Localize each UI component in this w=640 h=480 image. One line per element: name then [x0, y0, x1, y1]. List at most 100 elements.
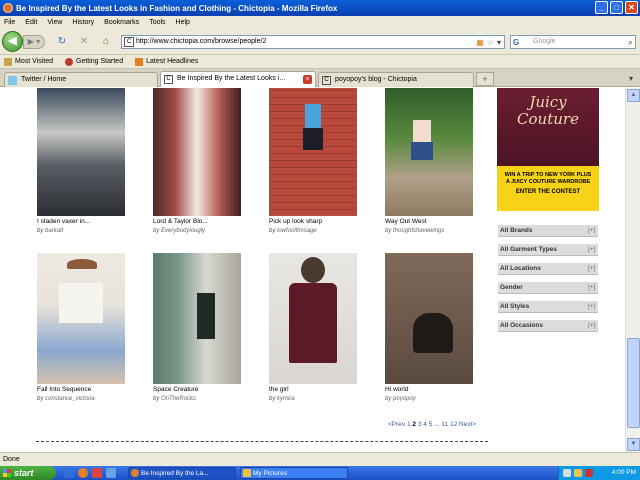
stop-icon[interactable]: ✕	[78, 36, 90, 48]
quicklaunch-media-icon[interactable]	[92, 468, 102, 478]
menu-bookmarks[interactable]: Bookmarks	[104, 19, 139, 26]
look-title[interactable]: Way Out West	[385, 218, 427, 225]
page-link-11[interactable]: 11	[441, 421, 448, 428]
window-title: Be Inspired By the Latest Looks in Fashi…	[16, 3, 338, 13]
rss-bookmark-icon	[135, 57, 144, 66]
author-link[interactable]: OnTheRocks	[161, 396, 196, 402]
dropdown-icon[interactable]: ▾	[497, 37, 501, 49]
filter-locations[interactable]: All Locations [+]	[498, 263, 598, 275]
filter-brands[interactable]: All Brands [+]	[498, 225, 598, 237]
tab-chictopia-browse[interactable]: C Be Inspired By the Latest Looks i... ×	[160, 71, 316, 87]
vertical-scrollbar[interactable]: ▲ ▼	[625, 88, 640, 452]
page-link-1[interactable]: 1	[407, 421, 411, 428]
forward-button[interactable]: ▶ ▾	[23, 35, 45, 49]
menu-edit[interactable]: Edit	[25, 19, 37, 26]
reload-icon[interactable]: ↻	[56, 36, 68, 48]
look-photo[interactable]	[153, 88, 241, 216]
tray-network-icon[interactable]	[563, 469, 571, 477]
close-tab-icon[interactable]: ×	[303, 75, 312, 84]
ad-line-1: WIN A TRIP TO NEW YORK PLUS	[504, 172, 592, 178]
bookmark-star-icon[interactable]: ☆	[487, 37, 494, 49]
quicklaunch-desktop-icon[interactable]	[106, 468, 116, 478]
bookmark-most-visited[interactable]: Most Visited	[4, 57, 53, 66]
look-title[interactable]: Fall Into Sequence	[37, 386, 91, 393]
navigation-toolbar: ◀ ▶ ▾ ↻ ✕ ⌂ C http://www.chictopia.com/b…	[0, 28, 640, 55]
look-author: by Everybodyiougly	[153, 228, 206, 234]
new-tab-button[interactable]: +	[476, 72, 494, 86]
menu-history[interactable]: History	[72, 19, 94, 26]
pagination-ellipsis: ...	[434, 421, 440, 428]
scroll-up-icon[interactable]: ▲	[627, 89, 640, 102]
tab-list-icon[interactable]: ▾	[624, 74, 638, 84]
url-text: http://www.chictopia.com/browse/people/2	[136, 38, 267, 45]
maximize-button[interactable]: □	[610, 1, 623, 14]
folder-icon	[4, 57, 12, 66]
page-link-4[interactable]: 4	[423, 421, 427, 428]
menu-file[interactable]: File	[4, 19, 15, 26]
look-title[interactable]: the girl	[269, 386, 289, 393]
filter-gender[interactable]: Gender [+]	[498, 282, 598, 294]
search-input[interactable]: G Google ⌕	[510, 35, 636, 49]
filter-occasions[interactable]: All Occasions [+]	[498, 320, 598, 332]
back-button[interactable]: ◀	[2, 31, 23, 52]
author-link[interactable]: poyopoy	[393, 396, 416, 402]
ad-cta[interactable]: ENTER THE CONTEST	[497, 189, 599, 196]
scroll-down-icon[interactable]: ▼	[627, 438, 640, 451]
prev-page-link[interactable]: <Prev	[388, 421, 405, 428]
next-page-link[interactable]: Next>	[459, 421, 476, 428]
bookmark-getting-started[interactable]: Getting Started	[65, 57, 123, 66]
filter-styles[interactable]: All Styles [+]	[498, 301, 598, 313]
start-button[interactable]: start	[0, 466, 56, 480]
expand-toggle: [+]	[588, 323, 595, 329]
ad-promo: WIN A TRIP TO NEW YORK PLUS A JUICY COUT…	[497, 166, 599, 211]
bookmarks-toolbar: Most Visited Getting Started Latest Head…	[0, 55, 640, 69]
close-button[interactable]: ✕	[625, 1, 638, 14]
look-title[interactable]: Hi world	[385, 386, 408, 393]
tray-speaker-icon[interactable]	[574, 469, 582, 477]
author-link[interactable]: constance_victoria	[45, 396, 95, 402]
look-photo[interactable]	[37, 88, 125, 216]
search-icon[interactable]: ⌕	[628, 36, 633, 48]
juicy-couture-ad[interactable]: Juicy Couture WIN A TRIP TO NEW YORK PLU…	[497, 88, 599, 211]
look-title[interactable]: Lord & Taylor Blo...	[153, 218, 208, 225]
look-author: by poyopoy	[385, 396, 416, 402]
look-title[interactable]: Space Creature	[153, 386, 199, 393]
page-link-5[interactable]: 5	[429, 421, 433, 428]
menu-view[interactable]: View	[47, 19, 62, 26]
look-photo[interactable]	[37, 253, 125, 384]
task-my-pictures[interactable]: My Pictures	[240, 467, 348, 479]
look-photo[interactable]	[153, 253, 241, 384]
rss-icon[interactable]: ▦	[476, 37, 484, 49]
quicklaunch-ie-icon[interactable]	[64, 468, 74, 478]
url-bar[interactable]: C http://www.chictopia.com/browse/people…	[121, 35, 505, 49]
minimize-button[interactable]: _	[595, 1, 608, 14]
author-link[interactable]: thoughtshavewings	[393, 228, 444, 234]
quicklaunch-firefox-icon[interactable]	[78, 468, 88, 478]
current-page: 2	[412, 421, 417, 428]
bookmark-latest-headlines[interactable]: Latest Headlines	[135, 57, 198, 66]
author-link[interactable]: kymira	[277, 396, 295, 402]
tray-security-icon[interactable]	[585, 469, 593, 477]
task-firefox[interactable]: Be Inspired By the La...	[128, 467, 236, 479]
look-photo[interactable]	[269, 88, 357, 216]
look-title[interactable]: I staden vaxer in...	[37, 218, 90, 225]
tab-bar: Twitter / Home C Be Inspired By the Late…	[0, 69, 640, 87]
page-link-12[interactable]: 12	[450, 421, 457, 428]
look-author: by thoughtshavewings	[385, 228, 445, 234]
author-link[interactable]: barkatt	[45, 228, 63, 234]
look-photo[interactable]	[385, 253, 473, 384]
menu-tools[interactable]: Tools	[149, 19, 165, 26]
tab-poyopoy-blog[interactable]: C poyopoy's blog - Chictopia	[318, 72, 474, 87]
firefox-bookmark-icon	[65, 57, 73, 66]
look-photo[interactable]	[269, 253, 357, 384]
scroll-thumb[interactable]	[627, 338, 640, 428]
look-title[interactable]: Pick up look sharp	[269, 218, 322, 225]
page-link-3[interactable]: 3	[418, 421, 422, 428]
tab-twitter[interactable]: Twitter / Home	[4, 72, 158, 87]
author-link[interactable]: lowfoolfimsage	[277, 228, 317, 234]
menu-help[interactable]: Help	[176, 19, 190, 26]
author-link[interactable]: Everybodyiougly	[161, 228, 205, 234]
home-icon[interactable]: ⌂	[100, 36, 112, 48]
look-photo[interactable]	[385, 88, 473, 216]
filter-garment-types[interactable]: All Garment Types [+]	[498, 244, 598, 256]
